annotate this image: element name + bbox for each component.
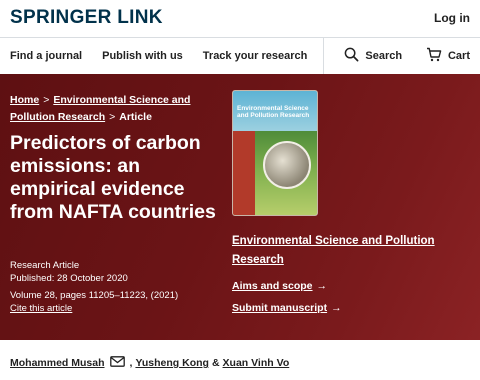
nav-find-journal[interactable]: Find a journal [0,50,92,62]
cart-icon [426,47,442,65]
journal-cover-image[interactable]: Environmental Science and Pollution Rese… [232,90,318,216]
submit-manuscript-label: Submit manuscript [232,302,328,314]
search-label: Search [365,50,403,62]
nav-divider [323,37,325,75]
submit-manuscript-link[interactable]: Submit manuscript → [232,302,342,314]
springer-link-logo[interactable]: SPRINGER LINK [10,7,163,29]
article-meta: Research Article Published: 28 October 2… [10,259,128,285]
aims-scope-label: Aims and scope [232,280,313,292]
author-name[interactable]: Xuan Vinh Vo [223,357,290,369]
cover-globe-graphic [263,141,311,189]
aims-scope-link[interactable]: Aims and scope → [232,280,327,292]
top-bar: SPRINGER LINK Log in [0,0,480,36]
login-link[interactable]: Log in [434,11,470,25]
breadcrumb-separator: > [43,94,50,106]
article-type: Research Article [10,260,80,271]
cart-label: Cart [447,50,470,62]
nav-track-research[interactable]: Track your research [193,50,318,62]
arrow-right-icon: → [331,302,342,314]
article-volume: Volume 28, pages 11205–11223, (2021) [10,290,179,301]
article-hero: Home > Environmental Science and Pollution… [0,74,480,340]
author-name[interactable]: Yusheng Kong [135,357,209,369]
author-ampersand: & [211,357,220,369]
journal-title-link[interactable]: Environmental Science and Pollution Rese… [232,232,472,270]
cover-strip [233,131,255,215]
article-volume-block: Volume 28, pages 11205–11223, (2021) Cit… [10,289,178,315]
author-separator: , [129,357,133,369]
cite-article-link[interactable]: Cite this article [10,303,72,314]
breadcrumb-article: Article [119,111,152,123]
breadcrumb-home[interactable]: Home [10,94,39,106]
arrow-right-icon: → [316,280,328,292]
cover-title: Environmental Science and Pollution Rese… [237,105,310,119]
mail-icon[interactable] [109,356,125,370]
breadcrumb-separator: > [109,111,116,123]
breadcrumb: Home > Environmental Science and Pollution… [10,92,220,126]
nav-publish[interactable]: Publish with us [92,50,193,62]
author-list: Mohammed Musah , Yusheng Kong & Xuan Vin… [10,356,289,370]
search-icon [344,47,359,65]
main-nav: Find a journal Publish with us Track you… [0,37,480,75]
published-date: Published: 28 October 2020 [10,273,128,284]
article-title: Predictors of carbon emissions: an empir… [10,132,216,223]
author-name[interactable]: Mohammed Musah [10,357,105,369]
nav-cart-button[interactable]: Cart [416,47,480,65]
nav-search-button[interactable]: Search [334,47,412,65]
